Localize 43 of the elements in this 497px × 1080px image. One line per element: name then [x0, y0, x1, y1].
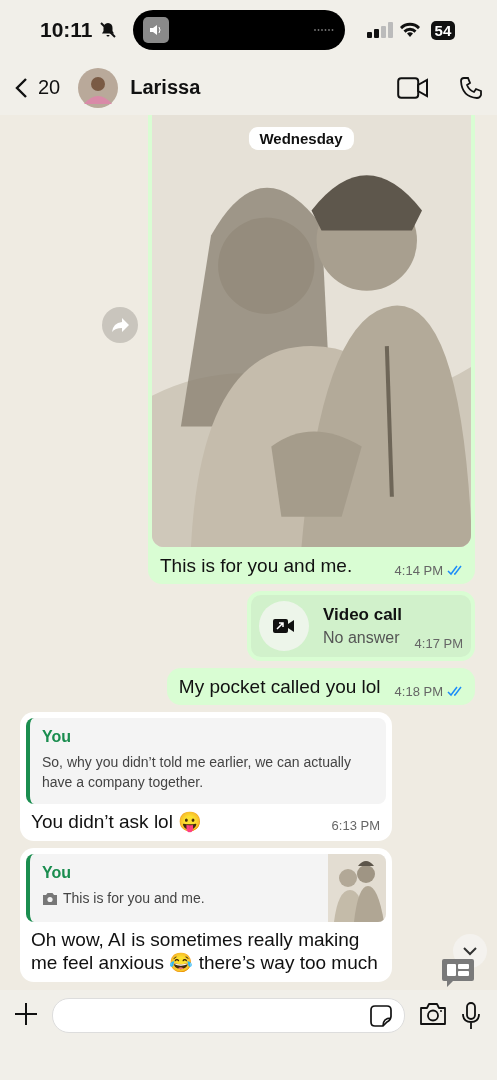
- message-time: 6:13 PM: [331, 818, 380, 833]
- dots-icon: [312, 28, 335, 32]
- message-text: My pocket called you lol: [178, 675, 381, 699]
- message-bubble[interactable]: My pocket called you lol 4:18 PM: [166, 668, 475, 705]
- back-button[interactable]: 20: [14, 76, 61, 99]
- camera-icon: [42, 891, 58, 905]
- message-bubble[interactable]: You So, why you didn’t told me earlier, we can actually have a company together. You didn’t ask lol 😛 6:13 PM: [20, 712, 392, 841]
- sticker-icon[interactable]: [370, 1004, 392, 1027]
- call-title: Video call: [323, 605, 403, 625]
- quoted-message[interactable]: You This is for you and me.: [26, 854, 386, 922]
- clock-time: 10:11: [40, 18, 93, 42]
- chevron-left-icon[interactable]: [14, 76, 28, 99]
- add-icon[interactable]: [14, 1002, 38, 1026]
- quote-text: So, why you didn’t told me earlier, we can actually have a company together.: [42, 753, 352, 792]
- message-text: This is for you and me.: [160, 554, 353, 578]
- quote-author: You: [42, 864, 73, 882]
- signal-icon: [366, 22, 393, 38]
- quoted-message[interactable]: You So, why you didn’t told me earlier, we can actually have a company together.: [26, 718, 386, 804]
- message-time: 4:14 PM: [394, 563, 443, 578]
- message-text: You didn’t ask lol 😛: [31, 810, 203, 833]
- message-bubble[interactable]: You This is for you and me. Oh wow, AI is sometimes really making me feel anxious 😂 there’s way too much: [20, 848, 392, 982]
- quote-text: This is for you and me.: [63, 889, 205, 908]
- call-status: No answer: [323, 629, 401, 647]
- date-label: Wednesday: [248, 127, 354, 150]
- message-bubble[interactable]: Wednesday This is for you and me. 4:14 PM: [148, 115, 475, 584]
- muted-bell-icon: [98, 21, 117, 39]
- camera-icon[interactable]: [419, 1002, 447, 1026]
- battery-indicator: 54: [430, 20, 456, 40]
- microphone-icon[interactable]: [461, 1002, 481, 1030]
- contact-avatar[interactable]: [78, 67, 119, 108]
- contact-name[interactable]: Larissa: [130, 76, 367, 99]
- message-text: Oh wow, AI is sometimes really making me feel anxious 😂 there’s way too much: [31, 928, 379, 974]
- phone-icon[interactable]: [459, 75, 483, 100]
- video-call-icon: [259, 601, 309, 651]
- quote-author: You: [42, 728, 73, 746]
- video-call-icon[interactable]: [397, 76, 429, 99]
- message-time: 4:17 PM: [414, 636, 463, 651]
- speaker-icon: [142, 17, 169, 43]
- chat-bubble-icon[interactable]: [441, 958, 475, 988]
- wifi-icon: [398, 22, 421, 38]
- message-input-field[interactable]: [52, 998, 405, 1033]
- message-time: 4:18 PM: [394, 684, 443, 699]
- call-bubble[interactable]: Video call No answer 4:17 PM: [247, 591, 475, 661]
